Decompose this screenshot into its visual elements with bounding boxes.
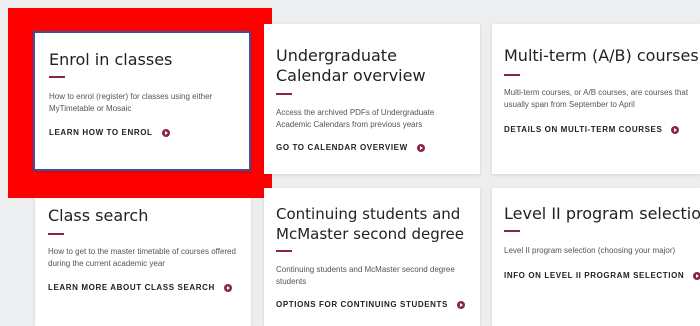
details-on-multi-term-courses-link[interactable]: DETAILS ON MULTI-TERM COURSES <box>504 125 680 134</box>
link-label: INFO ON LEVEL II PROGRAM SELECTION <box>504 271 685 280</box>
card-title: Enrol in classes <box>49 50 173 69</box>
card-title: Undergraduate Calendar overview <box>276 46 426 85</box>
title-accent-bar <box>504 74 520 76</box>
card-undergraduate-calendar[interactable]: Undergraduate Calendar overview Access t… <box>264 24 480 174</box>
link-label: GO TO CALENDAR OVERVIEW <box>276 143 408 152</box>
card-title: Class search <box>48 206 149 225</box>
card-multi-term-courses[interactable]: Multi-term (A/B) courses Multi-term cour… <box>492 24 700 174</box>
card-continuing-students[interactable]: Continuing students and McMaster second … <box>264 188 480 326</box>
card-description: Access the archived PDFs of Undergraduat… <box>276 108 435 129</box>
card-title: Multi-term (A/B) courses <box>504 46 699 65</box>
info-on-level-ii-program-selection-link[interactable]: INFO ON LEVEL II PROGRAM SELECTION <box>504 271 700 280</box>
link-label: LEARN MORE ABOUT CLASS SEARCH <box>48 283 215 292</box>
arrow-circle-icon <box>671 125 680 134</box>
link-label: LEARN HOW TO ENROL <box>49 128 153 137</box>
learn-how-to-enrol-link[interactable]: LEARN HOW TO ENROL <box>49 128 170 137</box>
link-label: DETAILS ON MULTI-TERM COURSES <box>504 125 663 134</box>
card-description: Multi-term courses, or A/B courses, are … <box>504 88 689 109</box>
arrow-circle-icon <box>416 143 425 152</box>
arrow-circle-icon <box>161 128 170 137</box>
go-to-calendar-overview-link[interactable]: GO TO CALENDAR OVERVIEW <box>276 143 425 152</box>
card-description: Level II program selection (choosing you… <box>504 246 676 255</box>
arrow-circle-icon <box>456 300 465 309</box>
title-accent-bar <box>276 93 292 95</box>
title-accent-bar <box>504 230 520 232</box>
title-accent-bar <box>276 250 292 252</box>
arrow-circle-icon <box>223 283 232 292</box>
link-label: OPTIONS FOR CONTINUING STUDENTS <box>276 300 448 309</box>
card-title: Continuing students and McMaster second … <box>276 205 465 243</box>
title-accent-bar <box>48 233 64 235</box>
arrow-circle-icon <box>693 271 700 280</box>
title-accent-bar <box>49 76 65 78</box>
learn-more-about-class-search-link[interactable]: LEARN MORE ABOUT CLASS SEARCH <box>48 283 232 292</box>
card-description: How to enrol (register) for classes usin… <box>49 92 213 113</box>
card-description: Continuing students and McMaster second … <box>276 265 455 286</box>
card-enrol-in-classes[interactable]: Enrol in classes How to enrol (register)… <box>33 31 251 171</box>
card-class-search[interactable]: Class search How to get to the master ti… <box>35 198 251 326</box>
card-description: How to get to the master timetable of co… <box>48 247 236 268</box>
card-level-ii-program-selection[interactable]: Level II program selection Level II prog… <box>492 188 700 326</box>
options-for-continuing-students-link[interactable]: OPTIONS FOR CONTINUING STUDENTS <box>276 300 465 309</box>
card-title: Level II program selection <box>504 204 700 223</box>
